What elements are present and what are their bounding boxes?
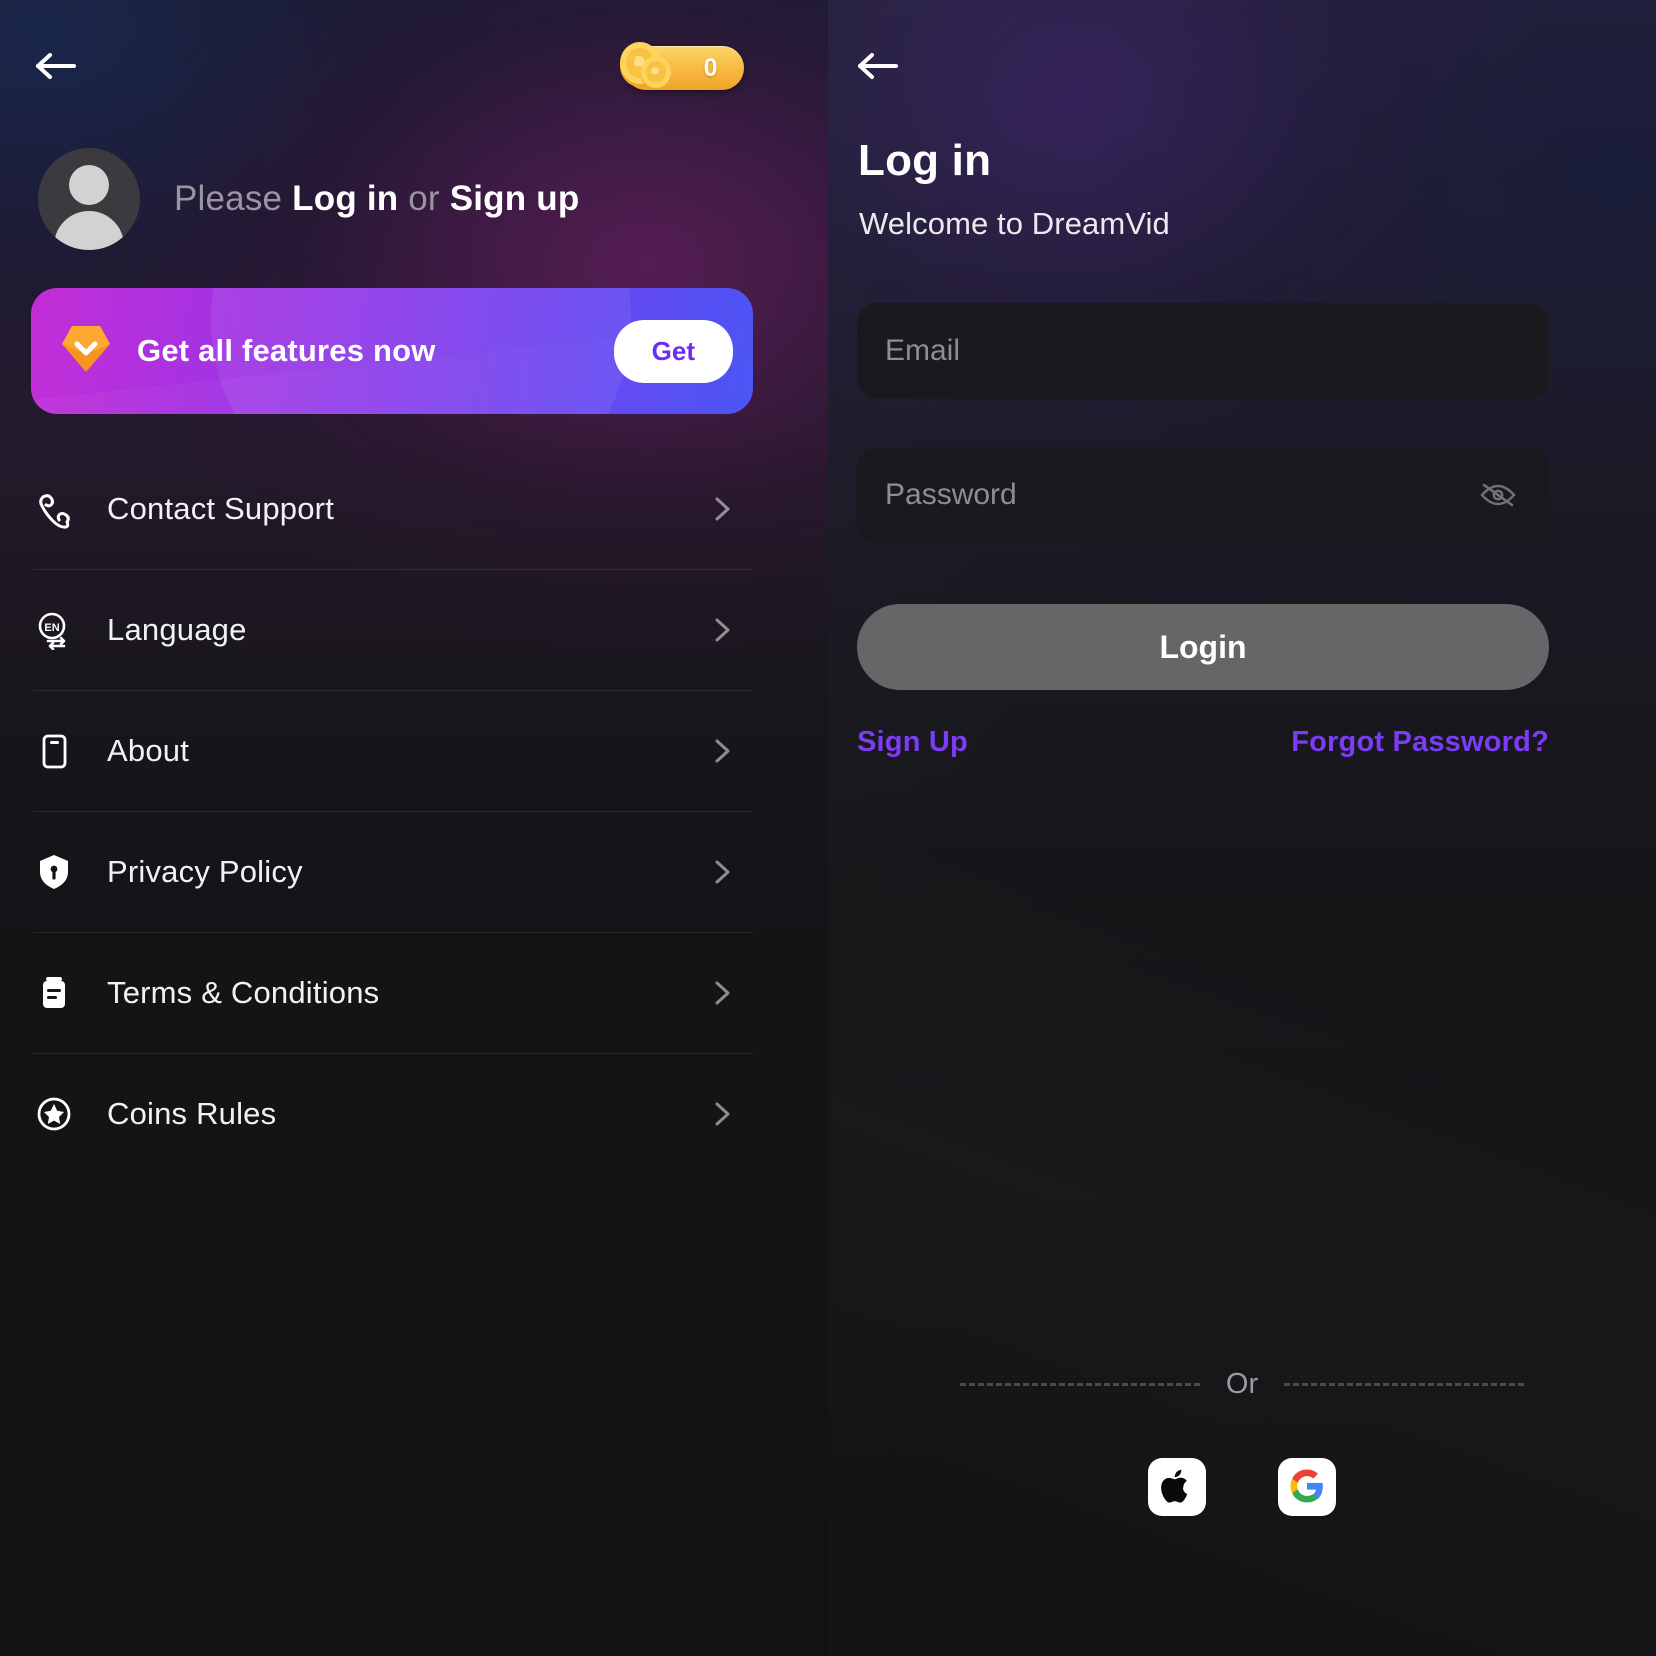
- app-screen: 0 Please Log in or Sign up Get all featu…: [0, 0, 1656, 1656]
- login-subheading: Welcome to DreamVid: [859, 206, 1170, 241]
- chevron-right-icon: [709, 617, 735, 643]
- login-prompt-text: Please Log in or Sign up: [174, 179, 579, 219]
- chevron-right-icon: [709, 1101, 735, 1127]
- password-input[interactable]: [885, 478, 1475, 512]
- menu-item-terms-conditions[interactable]: Terms & Conditions: [33, 932, 753, 1053]
- menu-label: Coins Rules: [107, 1095, 277, 1131]
- settings-panel: 0 Please Log in or Sign up Get all featu…: [0, 0, 828, 1656]
- menu-item-coins-rules[interactable]: Coins Rules: [33, 1053, 753, 1174]
- menu-item-contact-support[interactable]: Contact Support: [33, 448, 753, 569]
- or-label: Or: [1225, 1368, 1259, 1400]
- menu-label: Privacy Policy: [107, 853, 303, 889]
- shield-privacy-icon: [33, 851, 75, 893]
- coins-count: 0: [703, 53, 718, 82]
- sign-up-link[interactable]: Sign Up: [857, 726, 968, 759]
- login-submit-button[interactable]: Login: [857, 604, 1549, 690]
- signup-link[interactable]: Sign up: [450, 179, 580, 218]
- divider-line-left: [959, 1383, 1200, 1386]
- email-input[interactable]: [885, 334, 1521, 368]
- settings-menu-list: Contact Support EN Language About Privac…: [33, 448, 753, 1174]
- gem-icon: [59, 320, 113, 383]
- apple-login-button[interactable]: [1148, 1458, 1206, 1516]
- google-icon: [1289, 1468, 1325, 1507]
- menu-label: Language: [107, 611, 247, 647]
- apple-icon: [1160, 1467, 1194, 1508]
- google-login-button[interactable]: [1278, 1458, 1336, 1516]
- social-login-row: [828, 1458, 1656, 1516]
- menu-label: Contact Support: [107, 490, 335, 526]
- star-coins-icon: [33, 1093, 75, 1135]
- menu-label: Terms & Conditions: [107, 974, 380, 1010]
- login-link[interactable]: Log in: [292, 179, 398, 218]
- menu-label: About: [107, 732, 190, 768]
- coins-icon: [610, 41, 682, 102]
- get-premium-button[interactable]: Get: [613, 319, 733, 383]
- chevron-right-icon: [709, 859, 735, 885]
- or-divider: Or: [828, 1368, 1656, 1401]
- coins-balance-badge[interactable]: 0: [620, 42, 744, 90]
- chevron-right-icon: [709, 738, 735, 764]
- document-terms-icon: [33, 972, 75, 1014]
- eye-off-icon[interactable]: [1475, 472, 1521, 518]
- menu-item-language[interactable]: EN Language: [33, 569, 753, 690]
- login-panel: Log in Welcome to DreamVid Login Sign Up: [828, 0, 1656, 1656]
- profile-login-prompt[interactable]: Please Log in or Sign up: [38, 148, 579, 250]
- divider-line-right: [1284, 1383, 1525, 1386]
- svg-text:EN: EN: [44, 622, 59, 634]
- login-heading: Log in: [858, 136, 992, 185]
- back-arrow-icon: [35, 51, 77, 86]
- password-field-wrapper[interactable]: [857, 447, 1549, 543]
- left-back-button[interactable]: [28, 40, 84, 96]
- prompt-separator: or: [398, 179, 450, 218]
- premium-promo-banner[interactable]: Get all features now Get: [31, 288, 753, 414]
- menu-item-about[interactable]: About: [33, 690, 753, 811]
- auth-links-row: Sign Up Forgot Password?: [857, 726, 1549, 759]
- language-en-icon: EN: [33, 609, 75, 651]
- email-field-wrapper[interactable]: [857, 303, 1549, 399]
- device-about-icon: [33, 730, 75, 772]
- login-back-button[interactable]: [850, 40, 906, 96]
- back-arrow-icon: [857, 51, 899, 86]
- phone-support-icon: [33, 488, 75, 530]
- menu-item-privacy-policy[interactable]: Privacy Policy: [33, 811, 753, 932]
- chevron-right-icon: [709, 980, 735, 1006]
- prompt-prefix: Please: [174, 179, 293, 218]
- default-avatar-icon: [38, 148, 140, 250]
- forgot-password-link[interactable]: Forgot Password?: [1291, 726, 1549, 759]
- chevron-right-icon: [709, 496, 735, 522]
- promo-label: Get all features now: [137, 333, 436, 368]
